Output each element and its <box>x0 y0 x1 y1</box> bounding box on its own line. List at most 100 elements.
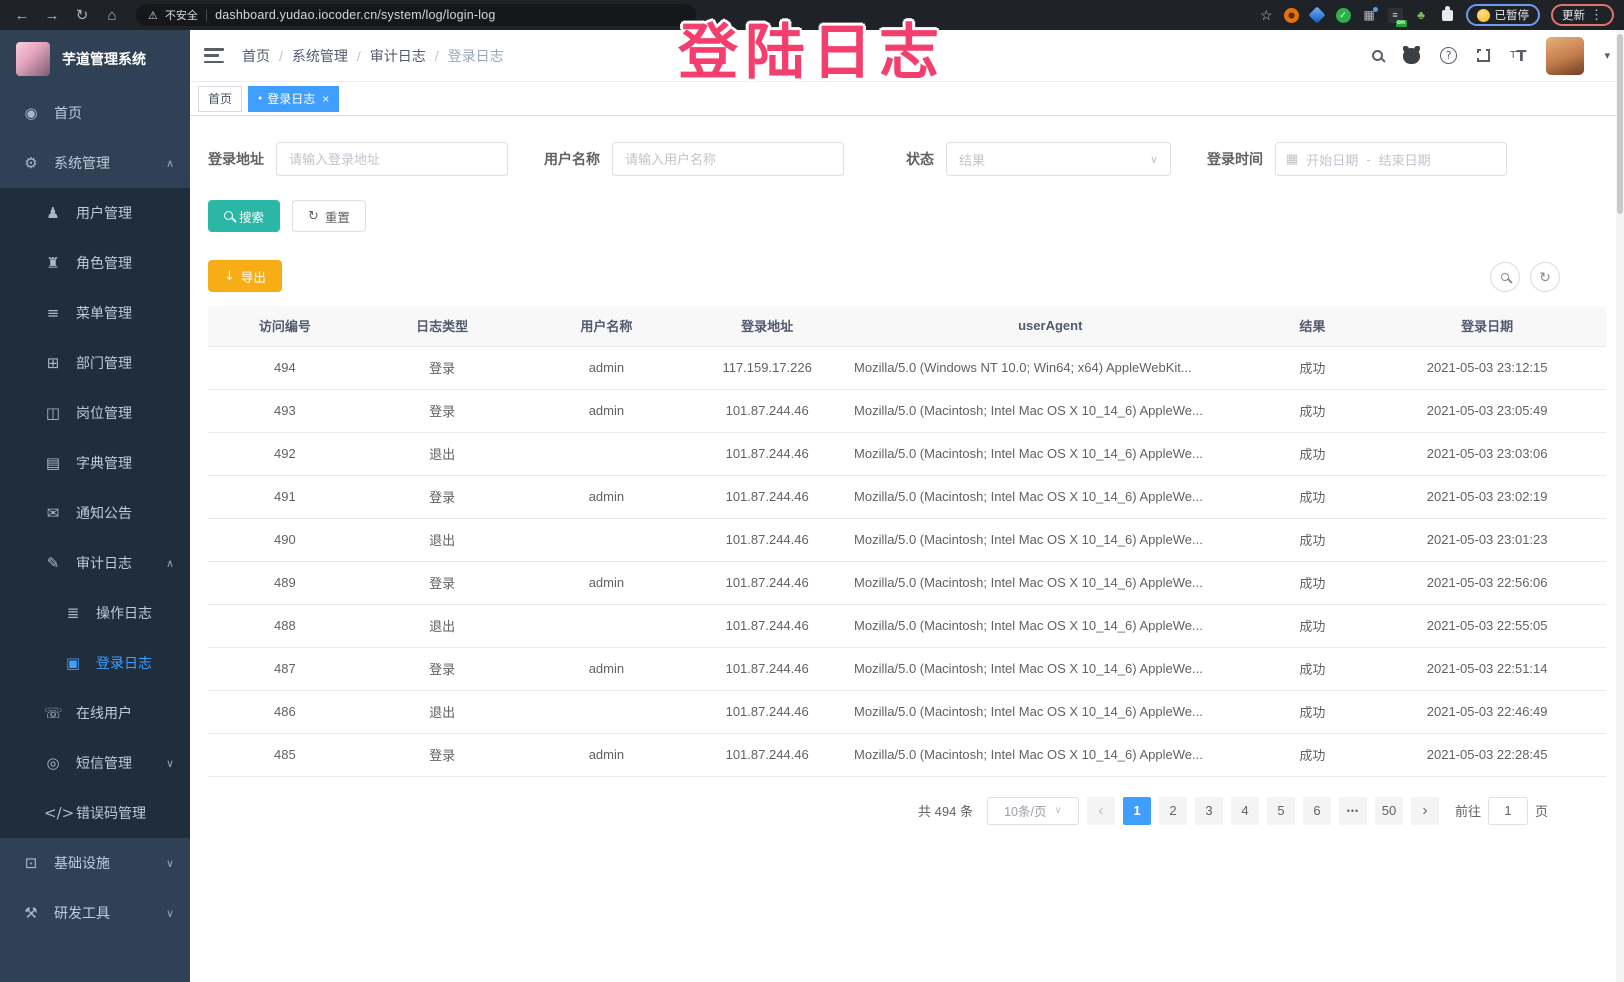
cell-type: 登录 <box>362 389 523 432</box>
cell-date: 2021-05-03 23:02:19 <box>1368 475 1606 518</box>
page-button-6[interactable]: 6 <box>1303 797 1331 825</box>
tag-home[interactable]: 首页 <box>198 86 242 112</box>
cell-date: 2021-05-03 22:51:14 <box>1368 647 1606 690</box>
address-input[interactable] <box>276 142 508 176</box>
app-title: 芋道管理系统 <box>62 49 146 69</box>
sidebar-item-notices[interactable]: ✉ 通知公告 <box>0 488 190 538</box>
page-button-2[interactable]: 2 <box>1159 797 1187 825</box>
sidebar-item-online-users[interactable]: ☏ 在线用户 <box>0 688 190 738</box>
cell-user: admin <box>523 647 691 690</box>
bookmark-star-icon[interactable]: ☆ <box>1260 7 1273 24</box>
sidebar-item-error-codes[interactable]: </> 错误码管理 <box>0 788 190 838</box>
online-icon: ☏ <box>44 704 62 722</box>
refresh-table-button[interactable]: ↻ <box>1530 262 1560 292</box>
next-page-button[interactable]: › <box>1411 797 1439 825</box>
sidebar-item-home[interactable]: ◉ 首页 <box>0 88 190 138</box>
search-button[interactable]: 搜索 <box>208 200 280 232</box>
sidebar-item-system[interactable]: ⚙ 系统管理 ∧ <box>0 138 190 188</box>
toggle-search-button[interactable] <box>1490 262 1520 292</box>
page-button-1[interactable]: 1 <box>1123 797 1151 825</box>
more-menu-icon[interactable]: ⋮ <box>1590 7 1603 23</box>
address-bar[interactable]: ⚠ 不安全 | dashboard.yudao.iocoder.cn/syste… <box>136 4 696 26</box>
sidebar-item-users[interactable]: ♟ 用户管理 <box>0 188 190 238</box>
browser-forward-icon[interactable]: → <box>40 8 64 23</box>
cell-result: 成功 <box>1256 475 1368 518</box>
profile-paused-badge[interactable]: 已暂停 <box>1466 4 1541 26</box>
font-size-icon[interactable]: TT <box>1510 47 1526 65</box>
warning-icon: ⚠ <box>148 9 158 22</box>
cell-user <box>523 604 691 647</box>
username-input[interactable] <box>612 142 844 176</box>
column-header-date: 登录日期 <box>1368 306 1606 346</box>
sidebar-item-audit-log[interactable]: ✎ 审计日志 ∧ <box>0 538 190 588</box>
cell-date: 2021-05-03 23:03:06 <box>1368 432 1606 475</box>
url-text[interactable]: dashboard.yudao.iocoder.cn/system/log/lo… <box>215 8 495 22</box>
fullscreen-icon[interactable] <box>1477 49 1490 62</box>
column-header-user: 用户名称 <box>523 306 691 346</box>
cell-user: admin <box>523 475 691 518</box>
column-header-useragent: userAgent <box>844 306 1256 346</box>
page-scrollbar[interactable] <box>1616 30 1624 982</box>
sidebar-logo[interactable]: 芋道管理系统 <box>0 30 190 88</box>
extension-grid-icon[interactable]: ▦ <box>1362 8 1377 23</box>
sidebar-item-dev-tools[interactable]: ⚒ 研发工具 ∨ <box>0 888 190 938</box>
sidebar-item-posts[interactable]: ◫ 岗位管理 <box>0 388 190 438</box>
extension-gem-icon[interactable] <box>1310 8 1325 23</box>
breadcrumb-home[interactable]: 首页 <box>242 46 270 66</box>
github-icon[interactable] <box>1403 48 1420 64</box>
help-icon[interactable]: ? <box>1440 47 1457 64</box>
sidebar-item-label: 系统管理 <box>54 153 110 173</box>
goto-page-input[interactable] <box>1488 797 1528 825</box>
cell-useragent: Mozilla/5.0 (Macintosh; Intel Mac OS X 1… <box>844 475 1256 518</box>
browser-reload-icon[interactable]: ↻ <box>70 8 94 23</box>
page-button-5[interactable]: 5 <box>1267 797 1295 825</box>
caret-down-icon[interactable]: ▾ <box>1604 49 1610 62</box>
cell-useragent: Mozilla/5.0 (Macintosh; Intel Mac OS X 1… <box>844 432 1256 475</box>
extension-orange-icon[interactable] <box>1284 8 1299 23</box>
page-size-select[interactable]: 10条/页 ∨ <box>987 797 1079 825</box>
sidebar-item-infrastructure[interactable]: ⊡ 基础设施 ∨ <box>0 838 190 888</box>
calendar-icon: ▦ <box>1286 151 1298 167</box>
date-range-picker[interactable]: ▦ 开始日期 - 结束日期 <box>1275 142 1507 176</box>
cell-type: 退出 <box>362 518 523 561</box>
hamburger-icon[interactable] <box>204 48 224 63</box>
page-button-3[interactable]: 3 <box>1195 797 1223 825</box>
scrollbar-thumb[interactable] <box>1617 34 1623 214</box>
page-ellipsis[interactable]: ••• <box>1339 797 1367 825</box>
sidebar-item-sms[interactable]: ◎ 短信管理 ∨ <box>0 738 190 788</box>
security-label[interactable]: 不安全 <box>165 7 198 23</box>
extension-puzzle-icon[interactable] <box>1440 8 1455 23</box>
user-avatar[interactable] <box>1546 37 1584 75</box>
sidebar-item-roles[interactable]: ♜ 角色管理 <box>0 238 190 288</box>
magnifier-shape <box>224 211 233 220</box>
sidebar-item-login-log[interactable]: ▣ 登录日志 <box>0 638 190 688</box>
breadcrumb-separator: / <box>279 48 283 64</box>
breadcrumb-audit[interactable]: 审计日志 <box>370 46 426 66</box>
tags-view-bar: 首页 ● 登录日志 × <box>190 82 1624 116</box>
reset-button[interactable]: ↻ 重置 <box>292 200 366 232</box>
search-icon[interactable] <box>1372 50 1383 61</box>
cell-date: 2021-05-03 23:01:23 <box>1368 518 1606 561</box>
tree-icon: ⊞ <box>44 354 62 372</box>
page-button-50[interactable]: 50 <box>1375 797 1403 825</box>
browser-home-icon[interactable]: ⌂ <box>100 8 124 23</box>
breadcrumb-system[interactable]: 系统管理 <box>292 46 348 66</box>
extension-check-icon[interactable]: ✓ <box>1336 8 1351 23</box>
table-row: 494 登录 admin 117.159.17.226 Mozilla/5.0 … <box>208 346 1606 389</box>
prev-page-button[interactable]: ‹ <box>1087 797 1115 825</box>
export-button[interactable]: ↓ 导出 <box>208 260 282 292</box>
sidebar-item-dictionary[interactable]: ▤ 字典管理 <box>0 438 190 488</box>
status-select[interactable]: 结果 ∨ <box>946 142 1171 176</box>
extension-list-icon[interactable]: ≡on <box>1388 8 1403 23</box>
page-button-4[interactable]: 4 <box>1231 797 1259 825</box>
sidebar-item-departments[interactable]: ⊞ 部门管理 <box>0 338 190 388</box>
browser-update-button[interactable]: 更新 ⋮ <box>1551 4 1614 26</box>
close-icon[interactable]: × <box>322 92 329 106</box>
tag-login-log[interactable]: ● 登录日志 × <box>248 86 339 112</box>
extension-plant-icon[interactable]: ♣ <box>1414 8 1429 23</box>
browser-back-icon[interactable]: ← <box>10 8 34 23</box>
column-header-ip: 登录地址 <box>690 306 844 346</box>
sidebar-item-menus[interactable]: ≡ 菜单管理 <box>0 288 190 338</box>
browser-chrome: ← → ↻ ⌂ ⚠ 不安全 | dashboard.yudao.iocoder.… <box>0 0 1624 30</box>
sidebar-item-operation-log[interactable]: ≣ 操作日志 <box>0 588 190 638</box>
